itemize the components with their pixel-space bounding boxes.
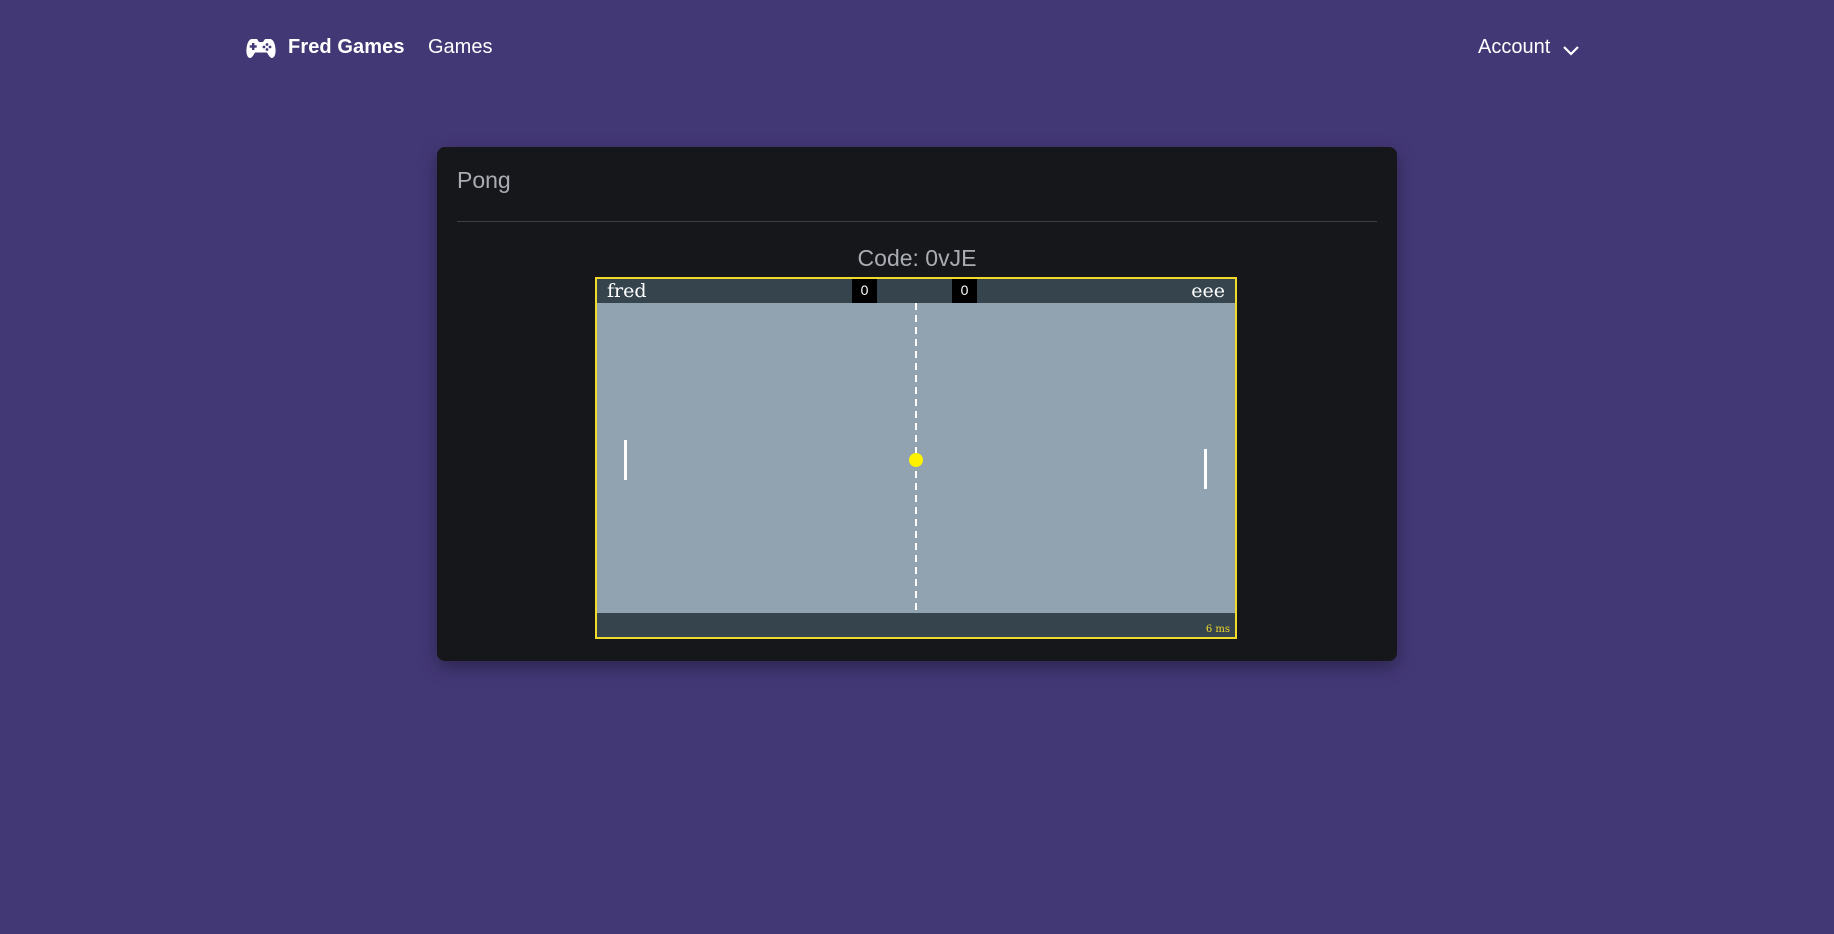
latency-readout: 6 ms <box>1205 624 1230 635</box>
brand-link[interactable]: Fred Games <box>246 34 405 60</box>
chevron-down-icon <box>1563 45 1580 56</box>
divider <box>457 221 1377 222</box>
pong-canvas[interactable]: fred 0 0 eee 6 ms <box>595 277 1237 639</box>
games-link[interactable]: Games <box>428 36 492 59</box>
card-title: Pong <box>457 167 511 193</box>
gamepad-icon <box>246 39 276 58</box>
left-paddle <box>624 440 627 480</box>
ball <box>909 453 923 467</box>
game-card: Pong Code: 0vJE fred 0 0 eee 6 ms <box>437 147 1397 661</box>
right-paddle <box>1204 449 1207 489</box>
score-right: 0 <box>952 279 977 303</box>
player-left-name: fred <box>607 280 647 302</box>
account-dropdown[interactable]: Account <box>1478 36 1580 59</box>
player-right-name: eee <box>1191 280 1225 302</box>
brand-name: Fred Games <box>288 35 405 58</box>
score-left: 0 <box>852 279 877 303</box>
status-bar: 6 ms <box>597 613 1235 637</box>
account-label: Account <box>1478 36 1551 58</box>
playing-field <box>624 303 1207 613</box>
score-bar: fred 0 0 eee <box>597 279 1235 303</box>
game-code: Code: 0vJE <box>857 245 977 271</box>
navbar: Fred Games Games Account <box>0 0 1834 95</box>
